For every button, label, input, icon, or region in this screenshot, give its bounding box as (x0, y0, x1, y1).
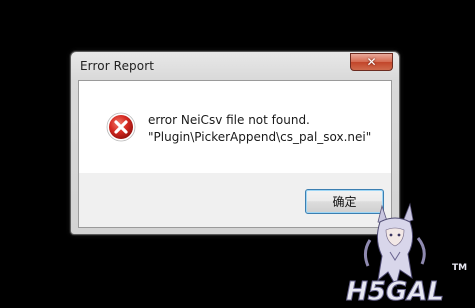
dialog-title: Error Report (80, 59, 155, 73)
close-icon: ✕ (366, 55, 377, 69)
message-area: error NeiCsv file not found. "Plugin\Pic… (79, 81, 391, 173)
h5gal-watermark-logo: H5GAL TM (346, 202, 467, 308)
error-message: error NeiCsv file not found. (148, 113, 310, 127)
mascot-figure (363, 202, 426, 288)
desktop-background: Error Report ✕ error NeiCsv file not fou… (0, 0, 475, 308)
missing-file-path: "Plugin\PickerAppend\cs_pal_sox.nei" (148, 130, 372, 144)
h5gal-logo-text: H5GAL (346, 277, 445, 308)
error-icon (106, 112, 136, 142)
close-button[interactable]: ✕ (350, 53, 393, 71)
trademark-mark: TM (452, 263, 467, 273)
title-bar[interactable]: Error Report ✕ (71, 52, 399, 80)
svg-text:H5GAL: H5GAL (346, 277, 444, 307)
